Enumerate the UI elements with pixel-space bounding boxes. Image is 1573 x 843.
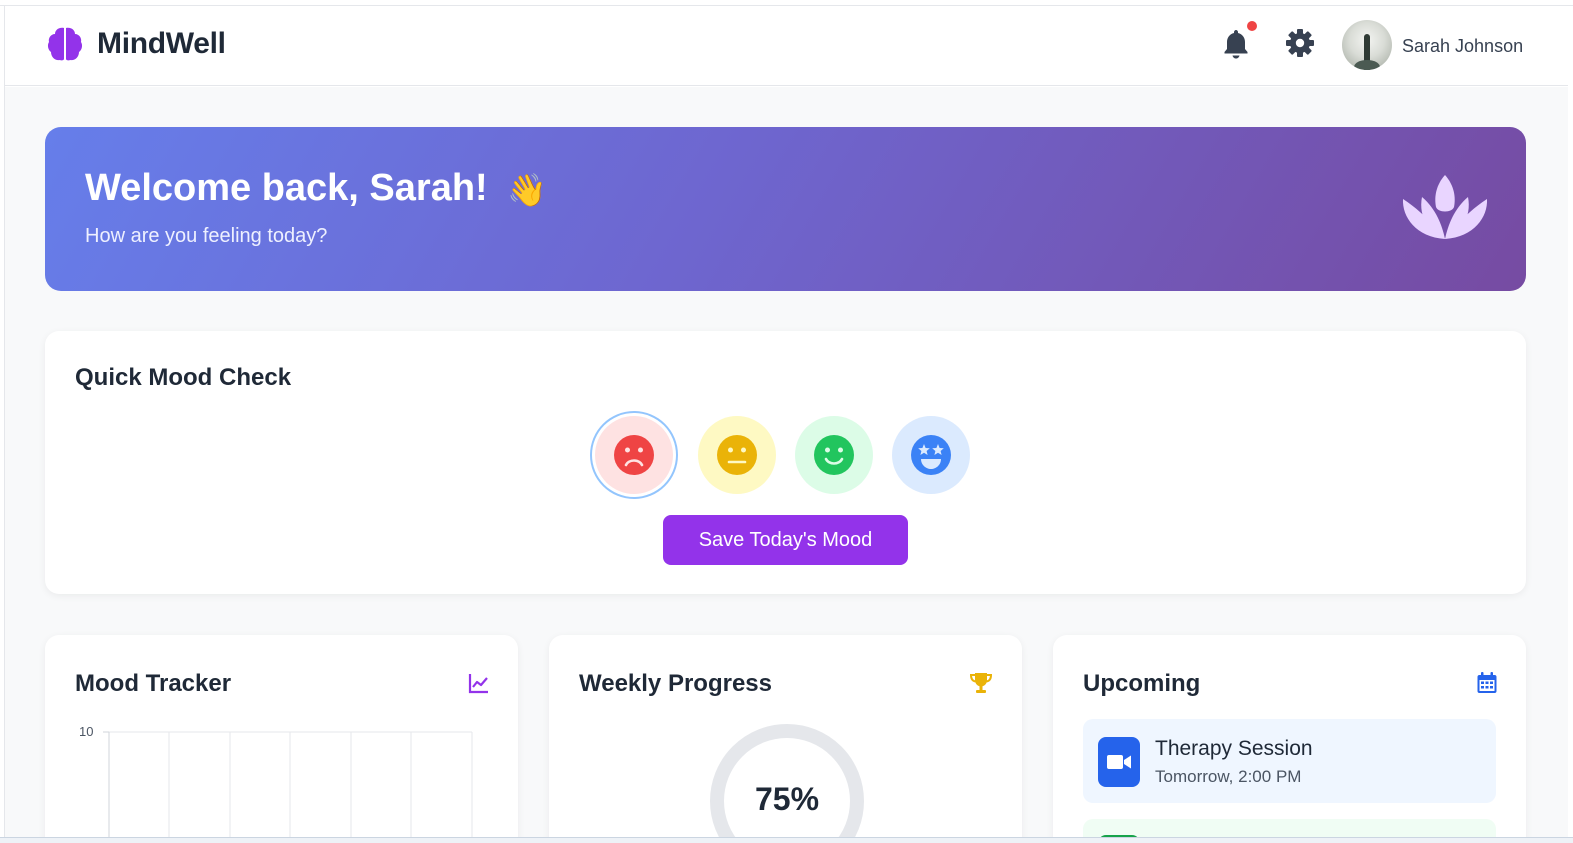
event-title: Therapy Session — [1155, 737, 1313, 760]
window-bottom-edge — [0, 837, 1573, 843]
sad-face-icon — [614, 435, 654, 475]
top-navbar: MindWell Sarah Johnson — [5, 6, 1568, 86]
neutral-face-icon — [717, 435, 757, 475]
video-icon — [1098, 737, 1140, 787]
event-time: Tomorrow, 2:00 PM — [1155, 767, 1302, 786]
y-tick-label: 10 — [79, 724, 93, 739]
weekly-progress-card: Weekly Progress 75% — [549, 635, 1022, 843]
avatar[interactable] — [1342, 20, 1392, 70]
mood-tracker-card: Mood Tracker 10 — [45, 635, 518, 843]
trophy-icon[interactable] — [969, 671, 993, 695]
notification-badge — [1247, 21, 1257, 31]
mood-great-button[interactable] — [892, 416, 970, 494]
wave-emoji: 👋 — [507, 172, 547, 208]
gear-icon[interactable] — [1285, 28, 1315, 58]
lotus-icon — [1402, 175, 1488, 239]
mood-tracker-title: Mood Tracker — [75, 670, 232, 697]
star-eyes-face-icon — [911, 435, 951, 475]
app-logo[interactable]: MindWell — [45, 24, 226, 64]
smile-face-icon — [814, 435, 854, 475]
user-name[interactable]: Sarah Johnson — [1402, 36, 1523, 57]
welcome-banner: Welcome back, Sarah! 👋 How are you feeli… — [45, 127, 1526, 291]
save-mood-button[interactable]: Save Today's Mood — [663, 515, 908, 565]
weekly-progress-title: Weekly Progress — [579, 670, 772, 697]
mood-happy-button[interactable] — [795, 416, 873, 494]
welcome-subtitle: How are you feeling today? — [85, 225, 328, 247]
mood-neutral-button[interactable] — [698, 416, 776, 494]
quick-mood-check-title: Quick Mood Check — [75, 364, 292, 391]
app-name: MindWell — [97, 27, 226, 60]
mood-sad-button[interactable] — [595, 416, 673, 494]
welcome-title: Welcome back, Sarah! — [85, 167, 488, 209]
upcoming-card: Upcoming Therapy Session Tomorrow, 2:00 … — [1053, 635, 1526, 843]
calendar-icon[interactable] — [1475, 671, 1499, 695]
mood-chart: 10 — [79, 724, 473, 843]
progress-percent: 75% — [754, 781, 820, 817]
brain-icon — [47, 27, 83, 61]
bell-icon[interactable] — [1222, 28, 1250, 60]
avatar-photo-base — [1354, 60, 1380, 70]
quick-mood-check-card: Quick Mood Check Save Today's Mood — [45, 331, 1526, 594]
upcoming-event-item[interactable]: Therapy Session Tomorrow, 2:00 PM — [1083, 719, 1496, 803]
line-chart-icon[interactable] — [467, 671, 491, 695]
upcoming-title: Upcoming — [1083, 670, 1201, 697]
